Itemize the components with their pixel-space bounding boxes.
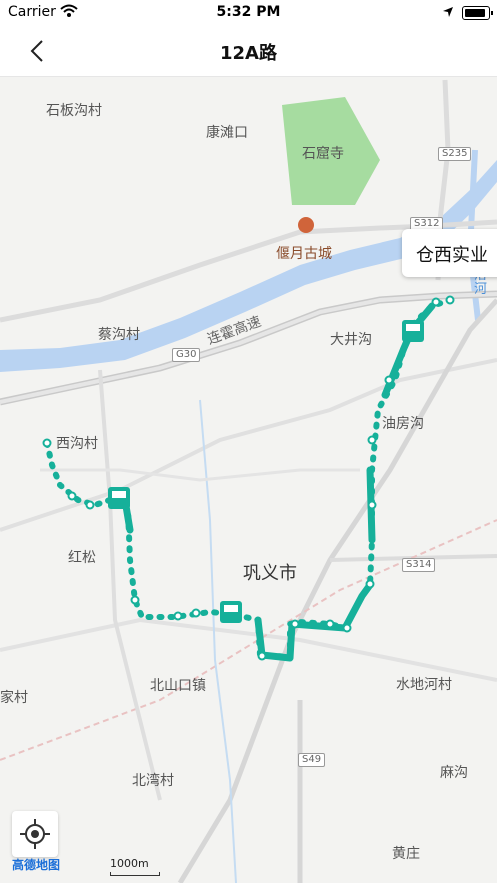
place-label: 北湾村 (132, 773, 174, 789)
bus-stop-icon[interactable] (108, 487, 130, 509)
place-label: 蔡沟村 (98, 327, 140, 343)
location-arrow-icon (443, 7, 453, 17)
place-label: 石窟寺 (302, 146, 344, 162)
locate-me-button[interactable] (12, 811, 58, 857)
stop-tooltip[interactable]: 仓西实业 (402, 229, 497, 277)
target-icon (20, 819, 50, 849)
poi-label[interactable]: 偃月古城 (276, 243, 332, 263)
battery-icon (462, 6, 493, 20)
page-title: 12A路 (220, 43, 277, 64)
place-label: 北山口镇 (150, 678, 206, 694)
road-shield: S314 (402, 558, 436, 572)
status-time: 5:32 PM (216, 4, 281, 20)
road-shield: S235 (438, 147, 472, 161)
city-label: 巩义市 (243, 563, 297, 584)
tooltip-text: 仓西实业 (416, 245, 488, 266)
scale-label: 1000m (110, 857, 149, 870)
place-label: 红松 (68, 550, 96, 566)
route-map[interactable]: 石板沟村 康滩口 石窟寺 偃月古城 蔡沟村 连霍高速 大井沟 西沟村 油房沟 红… (0, 77, 497, 883)
status-bar: Carrier 5:32 PM (0, 0, 497, 26)
place-label: 西沟村 (56, 436, 98, 452)
place-label: 油房沟 (382, 416, 424, 432)
place-label: 黄庄 (392, 846, 420, 862)
bus-stop-icon[interactable] (220, 601, 242, 623)
place-label: 家村 (0, 690, 28, 706)
place-label: 水地河村 (396, 677, 452, 693)
map-logo: 高德地图 (12, 858, 61, 872)
place-label: 石板沟村 (46, 103, 102, 119)
place-label: 大井沟 (330, 332, 372, 348)
place-label: 康滩口 (206, 125, 248, 141)
poi-marker-icon[interactable] (298, 217, 314, 233)
map-canvas (0, 79, 497, 883)
road-shield: S49 (298, 753, 326, 767)
scale-bar (110, 872, 160, 876)
navigation-bar: 12A路 (0, 26, 497, 77)
road-shield: G30 (172, 348, 201, 362)
bus-stop-icon[interactable] (402, 320, 424, 342)
place-label: 麻沟 (440, 765, 468, 781)
